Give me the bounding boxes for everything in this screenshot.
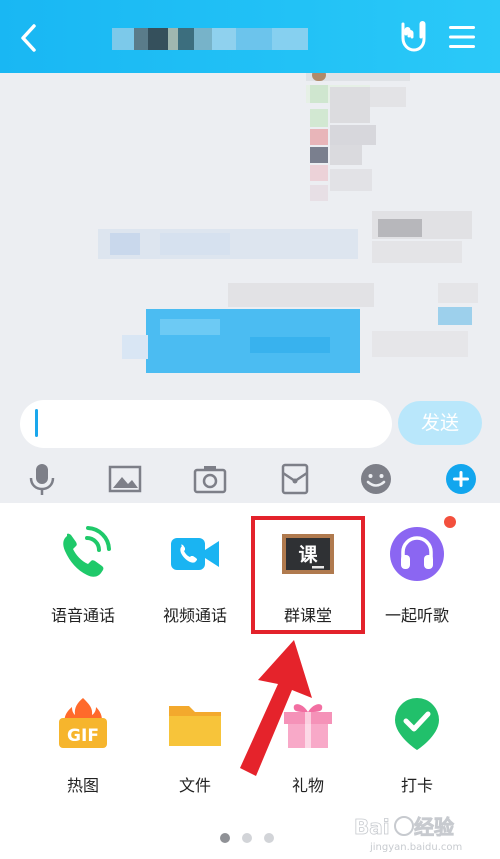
image-icon[interactable] — [107, 461, 143, 497]
feature-listen-together[interactable]: 一起听歌 — [362, 524, 472, 626]
back-arrow-icon[interactable] — [14, 20, 46, 56]
menu-icon[interactable] — [448, 24, 476, 50]
checkin-pin-icon — [395, 698, 439, 750]
feature-voice-call[interactable]: 语音通话 — [28, 524, 138, 626]
gif-hot-icon: GIF — [59, 698, 107, 748]
feature-label: 一起听歌 — [384, 606, 449, 625]
feature-label: 热图 — [66, 776, 99, 795]
chat-header — [0, 0, 500, 73]
svg-text:jingyan.baidu.com: jingyan.baidu.com — [369, 842, 462, 853]
new-badge-dot — [444, 516, 456, 528]
highlight-box — [251, 516, 365, 634]
chat-messages-area — [0, 73, 500, 395]
send-button[interactable]: 发送 — [398, 401, 482, 445]
emoji-icon[interactable] — [358, 461, 394, 497]
feature-hot-gif[interactable]: GIF 热图 — [28, 694, 138, 796]
red-arrow-annotation — [240, 640, 312, 776]
feature-label: 打卡 — [400, 776, 433, 795]
video-call-icon — [171, 538, 219, 570]
feature-label: 语音通话 — [50, 606, 115, 625]
feature-checkin[interactable]: 打卡 — [362, 694, 472, 796]
page-dot[interactable] — [264, 833, 274, 843]
folder-icon — [169, 706, 221, 746]
message-input[interactable] — [20, 400, 392, 448]
phone-call-icon — [63, 526, 111, 577]
page-dot-active[interactable] — [220, 833, 230, 843]
red-packet-icon[interactable] — [277, 461, 313, 497]
microphone-icon[interactable] — [24, 461, 60, 497]
page-dot[interactable] — [242, 833, 252, 843]
baidu-jingyan-watermark: Bai 经验 jingyan.baidu.com — [354, 815, 463, 853]
feature-video-call[interactable]: 视频通话 — [140, 524, 250, 626]
rock-hand-gesture-icon[interactable] — [396, 20, 430, 54]
headphones-icon — [390, 527, 444, 581]
page-indicator — [218, 833, 282, 845]
svg-text:Bai: Bai — [354, 815, 390, 839]
camera-icon[interactable] — [192, 461, 228, 497]
svg-text:经验: 经验 — [414, 815, 454, 839]
chat-title-pixelated — [112, 28, 308, 50]
input-toolbar — [0, 455, 500, 503]
text-cursor — [35, 409, 38, 437]
message-input-row: 发送 — [0, 395, 500, 455]
gif-badge-text: GIF — [67, 726, 99, 746]
feature-label: 视频通话 — [162, 606, 227, 625]
plus-more-icon[interactable] — [443, 461, 479, 497]
